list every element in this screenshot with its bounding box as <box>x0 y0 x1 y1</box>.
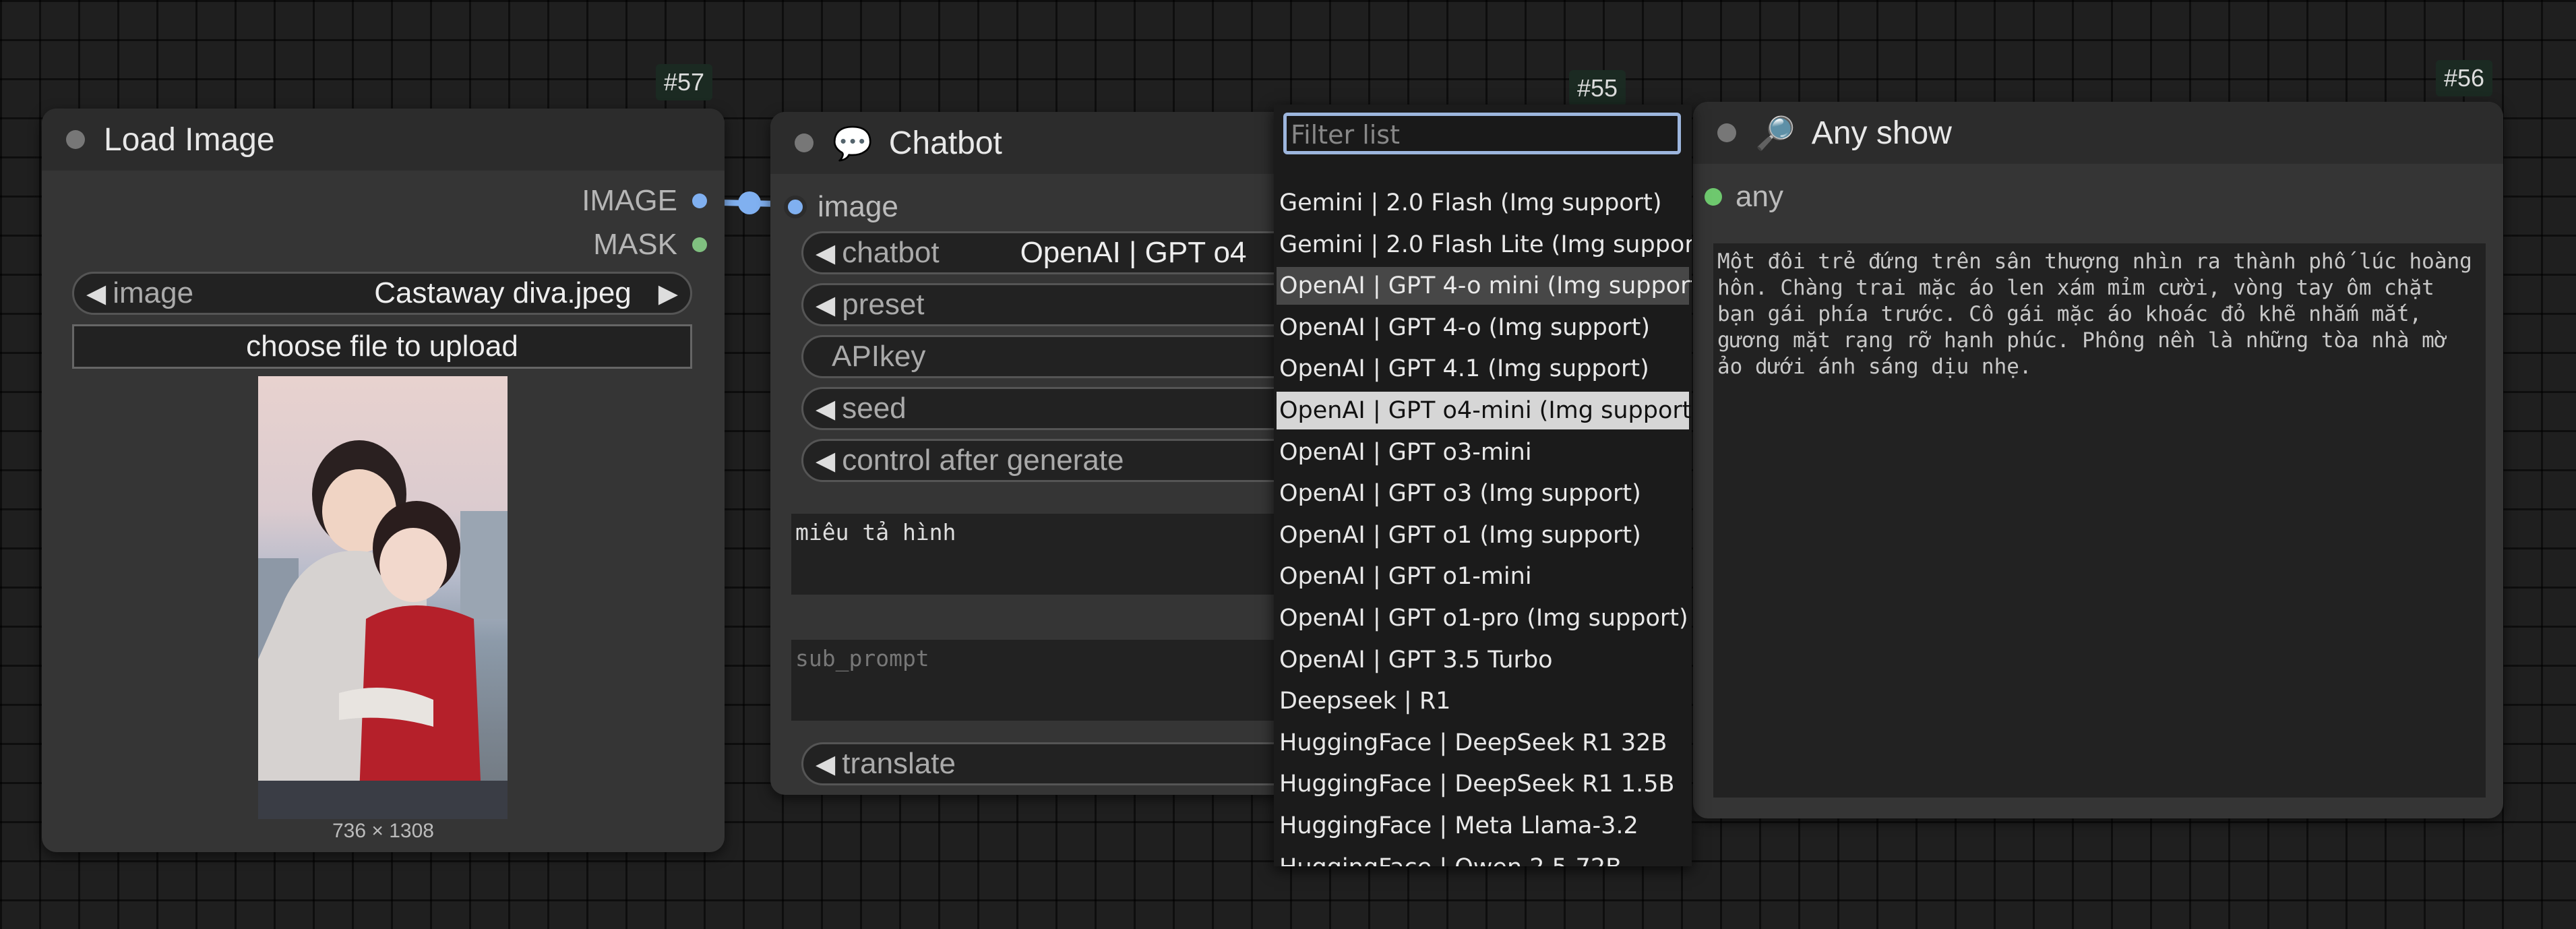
any-show-header[interactable]: 🔎 Any show <box>1693 102 2503 164</box>
dropdown-item[interactable]: Gemini | 2.0 Flash (Img support) <box>1277 184 1689 222</box>
dropdown-item[interactable]: Deepseek | R1 <box>1277 682 1689 720</box>
dropdown-item[interactable]: OpenAI | GPT o3-mini <box>1277 433 1689 471</box>
node-title: Chatbot <box>888 125 1002 161</box>
output-mask-label: MASK <box>593 228 677 261</box>
chatbot-header[interactable]: 💬 Chatbot <box>770 112 1310 174</box>
dropdown-item[interactable]: OpenAI | GPT o1-mini <box>1277 558 1689 595</box>
output-image[interactable]: IMAGE <box>582 184 707 218</box>
input-any-label: any <box>1736 180 1783 213</box>
arrow-left-icon[interactable]: ◀ <box>816 446 835 476</box>
dropdown-item[interactable]: OpenAI | GPT 4-o mini (Img support) <box>1277 267 1692 305</box>
collapse-dot[interactable] <box>795 133 814 152</box>
dropdown-item[interactable]: OpenAI | GPT 4-o (Img support) <box>1277 309 1689 347</box>
chatbot-widget-label: chatbot <box>842 236 940 269</box>
translate-widget-label: translate <box>842 747 956 780</box>
control-widget-label: control after generate <box>842 444 1124 477</box>
load-image-node[interactable]: Load Image IMAGE MASK ◀ image Castaway d… <box>42 109 725 852</box>
seed-widget-label: seed <box>842 392 907 425</box>
arrow-left-icon[interactable]: ◀ <box>816 238 835 268</box>
filter-list-input[interactable]: Filter list <box>1283 113 1681 154</box>
node-title: Load Image <box>104 121 275 158</box>
mask-output-socket[interactable] <box>692 237 707 252</box>
node-id-57: #57 <box>656 64 713 100</box>
magnifier-icon: 🔎 <box>1755 115 1796 152</box>
input-image[interactable]: image <box>784 190 898 224</box>
input-any[interactable]: any <box>1705 180 1783 214</box>
image-widget-label: image <box>113 276 194 309</box>
speech-bubble-icon: 💬 <box>832 125 873 162</box>
dropdown-item[interactable]: Gemini | 2.0 Flash Lite (Img support) <box>1277 226 1692 264</box>
arrow-left-icon[interactable]: ◀ <box>86 278 106 309</box>
dropdown-item[interactable]: OpenAI | GPT o4-mini (Img support) <box>1277 392 1692 429</box>
image-combo-widget[interactable]: ◀ image Castaway diva.jpeg ▶ <box>72 272 692 315</box>
image-preview <box>258 376 508 819</box>
dropdown-item[interactable]: OpenAI | GPT o1 (Img support) <box>1277 516 1689 554</box>
chatbot-node[interactable]: 💬 Chatbot image ◀ chatbot OpenAI | GPT o… <box>770 112 1310 795</box>
preset-widget-label: preset <box>842 288 925 321</box>
arrow-left-icon[interactable]: ◀ <box>816 290 835 320</box>
any-input-socket[interactable] <box>1705 188 1722 206</box>
seed-widget[interactable]: ◀ seed <box>801 387 1310 430</box>
dropdown-item[interactable]: OpenAI | GPT o1-pro (Img support) <box>1277 599 1689 637</box>
link-midpoint <box>738 191 761 214</box>
output-image-label: IMAGE <box>582 184 677 217</box>
photo-illustration <box>258 440 508 819</box>
sub-prompt-textarea[interactable]: sub_prompt <box>791 640 1310 721</box>
preset-combo-widget[interactable]: ◀ preset <box>801 283 1310 326</box>
image-output-socket[interactable] <box>692 193 707 208</box>
any-show-output-textarea[interactable]: Một đôi trẻ đứng trên sân thượng nhìn ra… <box>1713 243 2486 798</box>
input-image-label: image <box>818 190 898 223</box>
arrow-left-icon[interactable]: ◀ <box>816 394 835 424</box>
dropdown-item[interactable]: OpenAI | GPT o3 (Img support) <box>1277 475 1689 512</box>
dropdown-item[interactable]: HuggingFace | DeepSeek R1 32B <box>1277 724 1689 762</box>
control-after-generate-widget[interactable]: ◀ control after generate <box>801 439 1310 482</box>
dropdown-item[interactable]: HuggingFace | DeepSeek R1 1.5B <box>1277 765 1689 803</box>
chatbot-widget-value: OpenAI | GPT o4 <box>1020 236 1247 269</box>
arrow-left-icon[interactable]: ◀ <box>816 749 835 779</box>
dropdown-item[interactable]: HuggingFace | Qwen 2.5-72B <box>1277 849 1689 866</box>
translate-widget[interactable]: ◀ translate <box>801 742 1310 785</box>
node-title: Any show <box>1811 115 1952 151</box>
image-size-label: 736 × 1308 <box>332 820 434 842</box>
dropdown-item[interactable]: HuggingFace | Meta Llama-3.2 <box>1277 807 1689 845</box>
chatbot-combo-widget[interactable]: ◀ chatbot OpenAI | GPT o4 <box>801 231 1310 274</box>
apikey-widget[interactable]: APIkey <box>801 335 1310 378</box>
chatbot-model-dropdown[interactable]: Filter list Gemini | 2.0 Flash (Img supp… <box>1274 104 1692 866</box>
upload-button[interactable]: choose file to upload <box>72 324 692 369</box>
image-widget-value: Castaway diva.jpeg <box>374 276 632 309</box>
prompt-textarea[interactable]: miêu tả hình <box>791 514 1310 595</box>
apikey-widget-label: APIkey <box>832 340 926 373</box>
load-image-header[interactable]: Load Image <box>42 109 725 171</box>
dropdown-item[interactable]: OpenAI | GPT 4.1 (Img support) <box>1277 350 1689 388</box>
collapse-dot[interactable] <box>1717 123 1736 142</box>
node-id-56: #56 <box>2436 60 2493 96</box>
any-show-node[interactable]: 🔎 Any show any Một đôi trẻ đứng trên sân… <box>1693 102 2503 818</box>
output-mask[interactable]: MASK <box>593 228 707 262</box>
dropdown-item[interactable]: OpenAI | GPT 3.5 Turbo <box>1277 641 1689 679</box>
image-input-socket[interactable] <box>784 196 807 218</box>
node-id-55: #55 <box>1569 70 1626 107</box>
collapse-dot[interactable] <box>66 130 85 149</box>
arrow-right-icon[interactable]: ▶ <box>658 278 678 309</box>
